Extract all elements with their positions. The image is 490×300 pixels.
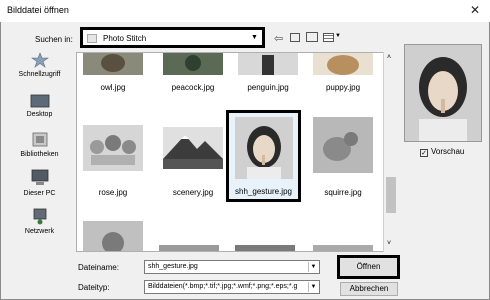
library-icon — [32, 132, 47, 147]
title-bar — [0, 0, 490, 22]
preview-pane — [404, 44, 482, 142]
cancel-button[interactable]: Abbrechen — [340, 282, 398, 296]
lookin-value: Photo Stitch — [103, 34, 147, 43]
file-item-squirrel[interactable]: squirre.jpg — [307, 117, 379, 197]
chevron-down-icon: ▼ — [251, 34, 258, 41]
network-icon — [33, 208, 46, 225]
checkbox-check-icon: ✓ — [420, 149, 428, 157]
desktop-icon — [30, 94, 49, 108]
lookin-dropdown[interactable]: Photo Stitch ▼ — [80, 27, 265, 48]
filetype-select[interactable]: Bilddateien(*.bmp;*.tif;*.jpg;*.wmf;*.pn… — [144, 280, 320, 294]
place-desktop[interactable]: Desktop — [8, 94, 71, 118]
rose-thumbnail — [83, 125, 143, 171]
preview-checkbox[interactable]: ✓ Vorschau — [420, 147, 464, 157]
view-menu-chevron-icon[interactable]: ▼ — [335, 33, 341, 39]
flower-thumbnail — [83, 221, 143, 251]
scroll-up-icon[interactable]: ˄ — [387, 54, 391, 61]
image-thumbnail-partial-2 — [235, 245, 295, 251]
puppy-thumbnail — [313, 53, 373, 75]
file-item-penguin[interactable]: penguin.jpg — [232, 53, 304, 103]
places-bar: Schnellzugriff Desktop Bibliotheken Dies… — [8, 52, 71, 290]
filename-label: Dateiname: — [78, 263, 119, 272]
chevron-down-icon[interactable]: ▼ — [308, 282, 318, 292]
penguin-thumbnail — [238, 53, 298, 75]
view-menu-icon[interactable] — [323, 33, 334, 42]
place-libraries[interactable]: Bibliotheken — [8, 130, 71, 158]
filetype-label: Dateityp: — [78, 283, 110, 292]
vertical-scrollbar[interactable]: ˄ ˅ — [383, 52, 398, 252]
up-folder-icon[interactable] — [290, 33, 300, 42]
scrollbar-thumb[interactable] — [386, 177, 396, 213]
preview-image — [405, 45, 481, 141]
squirrel-thumbnail — [313, 117, 373, 173]
computer-icon — [31, 169, 48, 185]
file-item-puppy[interactable]: puppy.jpg — [307, 53, 379, 103]
place-quick-access[interactable]: Schnellzugriff — [8, 52, 71, 78]
place-this-pc[interactable]: Dieser PC — [8, 169, 71, 197]
lookin-label: Suchen in: — [35, 35, 73, 44]
file-item-rose[interactable]: rose.jpg — [77, 117, 149, 197]
new-folder-icon[interactable] — [306, 32, 318, 42]
shh-gesture-thumbnail — [235, 117, 293, 179]
star-icon — [30, 52, 49, 68]
scenery-thumbnail — [163, 127, 223, 169]
image-thumbnail-partial-3 — [313, 245, 373, 251]
close-icon[interactable]: ✕ — [470, 3, 480, 17]
folder-icon — [87, 34, 97, 43]
open-button[interactable]: Öffnen — [337, 255, 400, 279]
back-arrow-icon[interactable]: ⇦ — [274, 32, 283, 45]
chevron-down-icon[interactable]: ▼ — [308, 262, 318, 272]
file-item-peacock[interactable]: peacock.jpg — [157, 53, 229, 103]
place-network[interactable]: Netzwerk — [8, 207, 71, 235]
owl-thumbnail — [83, 53, 143, 75]
scroll-down-icon[interactable]: ˅ — [387, 240, 391, 247]
file-item-shh-gesture[interactable]: shh_gesture.jpg — [226, 110, 301, 202]
image-thumbnail-partial-1 — [159, 245, 219, 251]
file-item-scenery[interactable]: scenery.jpg — [157, 117, 229, 197]
filename-input[interactable]: shh_gesture.jpg ▼ — [144, 260, 320, 274]
peacock-thumbnail — [163, 53, 223, 75]
dialog-title: Bilddatei öffnen — [7, 5, 69, 15]
file-item-owl[interactable]: owl.jpg — [77, 53, 149, 103]
